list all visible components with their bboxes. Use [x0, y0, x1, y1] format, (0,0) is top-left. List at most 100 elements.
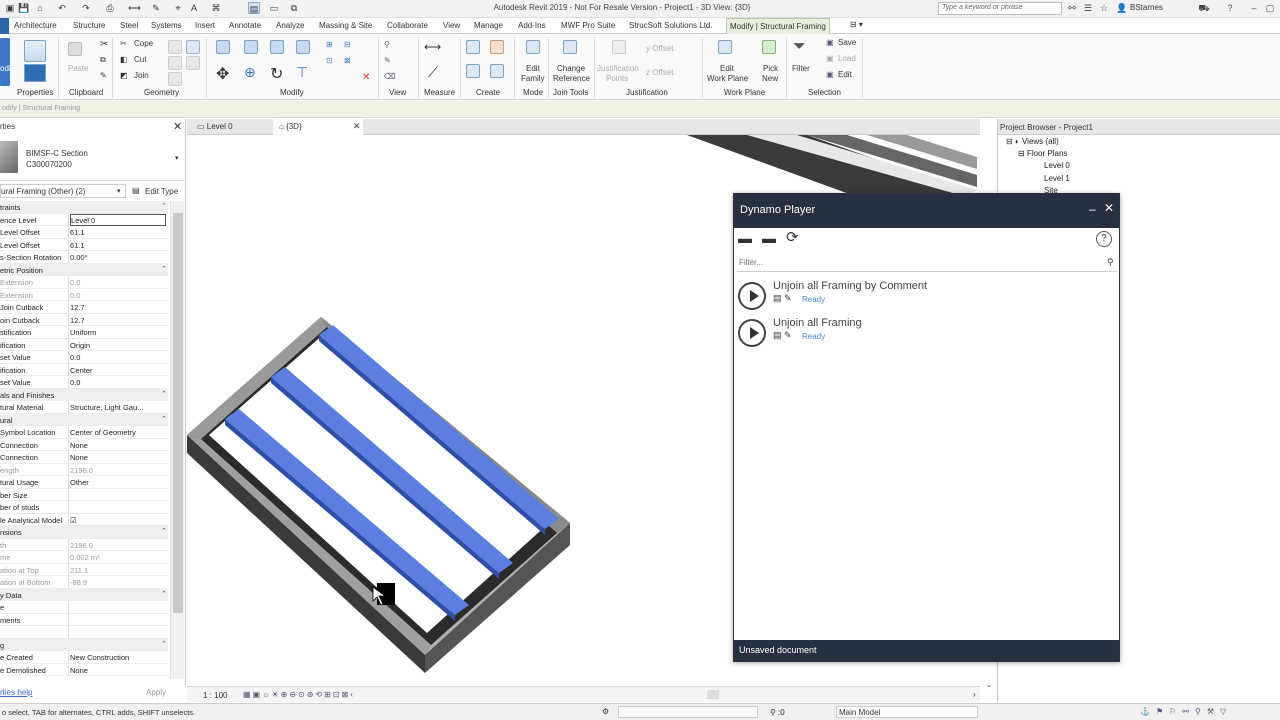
property-row[interactable]: ification Center — [0, 363, 168, 376]
edit-selection-label[interactable]: Edit — [838, 70, 852, 79]
properties-icon[interactable] — [24, 40, 46, 62]
collapse-icon[interactable]: ⌃ — [161, 202, 167, 210]
cope-label[interactable]: Cope — [134, 39, 153, 48]
collapse-icon[interactable]: ⌃ — [161, 640, 167, 648]
property-value[interactable]: 0.0 — [70, 378, 166, 387]
property-value[interactable]: 61.1 — [70, 228, 166, 237]
property-value[interactable]: 61.1 — [70, 241, 166, 250]
search-input[interactable]: Type a keyword or phrase — [938, 2, 1062, 15]
hide-icon[interactable]: ⚲ — [384, 40, 390, 49]
edit-family-icon[interactable] — [526, 40, 540, 54]
align-icon[interactable] — [216, 40, 230, 54]
property-row[interactable]: tural Usage Other — [0, 476, 168, 489]
collapse-icon[interactable]: ⌃ — [161, 527, 167, 535]
play-icon[interactable] — [738, 319, 766, 347]
filter-icon[interactable]: ⏷ — [793, 38, 806, 56]
property-row[interactable]: ength 2196.0 — [0, 463, 168, 476]
property-value[interactable]: Origin — [70, 341, 166, 350]
copy-element-icon[interactable]: ⊕ — [244, 64, 256, 81]
property-row[interactable]: Level Offset 61.1 — [0, 226, 168, 239]
tab-insert[interactable]: Insert — [195, 21, 215, 30]
view-tab-3d[interactable]: ⌂ {3D} ✕ — [273, 119, 363, 135]
scale-icon[interactable]: ⊡ — [326, 56, 333, 65]
property-row[interactable]: ification Origin — [0, 338, 168, 351]
pick-new-label-1[interactable]: Pick — [763, 64, 778, 73]
property-value[interactable]: 12.7 — [70, 316, 166, 325]
property-row[interactable]: e Demolished None — [0, 663, 168, 676]
type-selector[interactable]: BIMSF-C Section C300070200 ▾ — [0, 135, 186, 181]
edit-work-plane-label-1[interactable]: Edit — [720, 64, 734, 73]
demolish-icon[interactable] — [186, 56, 200, 70]
edit-work-plane-icon[interactable] — [718, 40, 732, 54]
beam-join-icon[interactable] — [168, 72, 182, 86]
join-label[interactable]: Join — [134, 71, 149, 80]
change-reference-icon[interactable] — [563, 40, 577, 54]
property-group[interactable]: y Data ⌃ — [0, 588, 168, 601]
property-value[interactable]: Uniform — [70, 328, 166, 337]
collapse-icon[interactable]: ⌃ — [161, 390, 167, 398]
tab-architecture[interactable]: Architecture — [14, 21, 57, 30]
property-group[interactable]: traints ⌃ — [0, 201, 168, 214]
copy-icon[interactable]: ⧉ — [100, 55, 106, 65]
design-option-dropdown[interactable]: Main Model — [836, 706, 978, 718]
tab-modify-structural-framing[interactable]: Modify | Structural Framing — [726, 18, 830, 34]
property-value[interactable]: 0.00° — [70, 253, 166, 262]
paint-icon[interactable] — [168, 56, 182, 70]
file-tab[interactable] — [0, 18, 9, 34]
worksets-icon[interactable]: ⚙ — [602, 707, 609, 716]
property-row[interactable]: tural Material Structure, Light Gau... — [0, 401, 168, 414]
offset-icon[interactable] — [244, 40, 258, 54]
cut-scissors-icon[interactable]: ✂ — [100, 39, 108, 50]
tab-structure[interactable]: Structure — [73, 21, 105, 30]
help-icon[interactable]: ? — [1224, 2, 1236, 15]
close-icon[interactable]: ✕ — [1104, 201, 1114, 215]
user-name[interactable]: BStarnes — [1130, 3, 1163, 12]
array-icon[interactable]: ⊟ — [344, 40, 351, 49]
property-row[interactable]: Connection None — [0, 438, 168, 451]
wall-joins-icon[interactable] — [168, 40, 182, 54]
split-face-icon[interactable] — [186, 40, 200, 54]
property-group[interactable]: als and Finishes ⌃ — [0, 388, 168, 401]
selection-toggle-icons[interactable]: ⚓⚑⚐⚯⚲⚒▽ — [1140, 707, 1232, 716]
property-value[interactable]: Center of Geometry — [70, 428, 166, 437]
properties-close-icon[interactable]: ✕ — [173, 120, 182, 133]
change-reference-label-2[interactable]: Reference — [553, 74, 590, 83]
rotate-icon[interactable]: ↻ — [270, 64, 283, 84]
mirror-draw-icon[interactable] — [296, 40, 310, 54]
tab-systems[interactable]: Systems — [151, 21, 182, 30]
filter-field[interactable]: ⚲ — [737, 254, 1117, 272]
subscription-icon[interactable]: ☰ — [1082, 2, 1094, 15]
tab-steel[interactable]: Steel — [120, 21, 138, 30]
cut-label[interactable]: Cut — [134, 55, 146, 64]
property-row[interactable]: me 0.002 m³ — [0, 551, 168, 564]
edit-type-icon[interactable]: ▤ — [132, 186, 140, 195]
property-row[interactable]: s-Section Rotation 0.00° — [0, 251, 168, 264]
frame-assembly[interactable] — [187, 317, 570, 673]
pick-new-label-2[interactable]: New — [762, 74, 778, 83]
close-tab-icon[interactable]: ✕ — [353, 121, 361, 132]
cut-geometry-icon[interactable]: ◧ — [120, 55, 128, 64]
property-group[interactable]: g ⌃ — [0, 638, 168, 651]
eraser-icon[interactable]: ⌫ — [384, 72, 395, 81]
edit-family-label-2[interactable]: Family — [521, 74, 545, 83]
property-row[interactable]: ation at Bottom -88.9 — [0, 576, 168, 589]
property-row[interactable]: Join Cutback 12.7 — [0, 301, 168, 314]
property-row[interactable]: e Created New Construction — [0, 651, 168, 664]
filter-label[interactable]: Filter — [792, 64, 810, 73]
edit-work-plane-label-2[interactable]: Work Plane — [707, 74, 748, 83]
scroll-right-icon[interactable]: › — [973, 690, 976, 699]
script-item[interactable]: Unjoin all Framing ▤ ✎ Ready — [738, 317, 1116, 351]
properties-help-link[interactable]: rties help — [0, 688, 32, 697]
property-value[interactable]: Level 0 — [70, 213, 166, 226]
view-controls-icons[interactable]: ▦▣☼☀⊕⊖⊙⊛⟲⊞⊡⊠‹ — [243, 690, 355, 699]
create-similar-icon[interactable] — [490, 64, 504, 78]
join-icon[interactable]: ◩ — [120, 71, 128, 80]
delete-icon[interactable]: ✕ — [362, 72, 370, 83]
property-row[interactable]: oin Cutback 12.7 — [0, 313, 168, 326]
edit-family-label-1[interactable]: Edit — [526, 64, 540, 73]
property-value[interactable]: None — [70, 666, 166, 675]
horizontal-scrollbar[interactable] — [707, 690, 719, 699]
pb-scroll-down-icon[interactable]: ⌄ — [986, 681, 992, 689]
property-row[interactable]: set Value 0.0 — [0, 351, 168, 364]
script-item[interactable]: Unjoin all Framing by Comment ▤ ✎ Ready — [738, 280, 1116, 314]
